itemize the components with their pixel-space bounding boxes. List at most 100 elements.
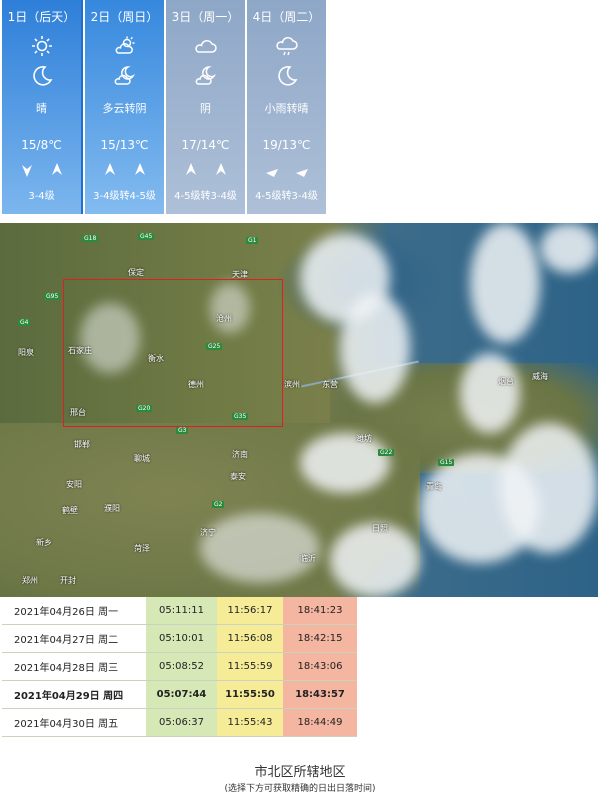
city-label: 德州 [188,380,204,389]
highway-marker: G20 [136,405,153,412]
forecast-temperature: 15/13℃ [100,138,149,152]
date-cell: 2021年04月27日 周二 [2,624,146,653]
wind-direction [85,163,164,177]
forecast-day-label: 4日（周二） [252,10,321,24]
forecast-wind-level: 3-4级转4-5级 [93,191,156,202]
highway-marker: G1 [246,237,259,244]
date-cell: 2021年04月30日 周五 [2,708,146,737]
forecast-temperature: 15/8℃ [21,138,62,152]
cloud-overlay [500,423,598,553]
city-label: 天津 [232,270,248,279]
cloud-overlay [300,433,390,493]
city-label: 烟台 [498,377,514,386]
noon-cell: 11:56:08 [217,624,283,653]
city-label: 邢台 [70,408,86,417]
moon-icon [2,64,81,88]
table-row: 2021年04月28日 周三 05:08:52 11:55:59 18:43:0… [2,652,357,681]
noon-cell: 11:56:17 [217,597,283,625]
highway-marker: G95 [44,293,61,300]
city-label: 开封 [60,576,76,585]
noon-cell: 11:55:43 [217,708,283,737]
cloudy-night-icon [85,64,164,88]
wind-direction [2,163,81,177]
city-label: 滨州 [284,380,300,389]
forecast-day-label: 3日（周一） [171,10,240,24]
city-label: 阳泉 [18,348,34,357]
moon-icon [247,64,326,88]
city-label: 威海 [532,372,548,381]
wind-direction [247,163,326,177]
sunset-cell: 18:43:06 [283,652,357,681]
wind-arrow-icon [21,165,32,177]
forecast-day-label: 2日（周日） [90,10,159,24]
highway-marker: G3 [176,427,189,434]
sun-icon [2,34,81,58]
forecast-temperature: 17/14℃ [181,138,230,152]
cloud-overlay [340,293,410,403]
city-label: 安阳 [66,480,82,489]
table-row-today: 2021年04月29日 周四 05:07:44 11:55:50 18:43:5… [2,680,357,709]
highway-marker: G15 [438,459,455,466]
satellite-map[interactable]: 保定 天津 石家庄 衡水 德州 沧州 邢台 东营 滨州 烟台 威海 潍坊 青岛 … [0,223,598,597]
highway-marker: G25 [206,343,223,350]
city-label: 石家庄 [68,346,92,355]
forecast-day-3[interactable]: 3日（周一） 阴 17/14℃ 4-5级转3-4级 [166,0,245,214]
city-label: 日照 [372,524,388,533]
city-label: 邯郸 [74,440,90,449]
city-label: 衡水 [148,354,164,363]
sun-times-table: 2021年04月26日 周一 05:11:11 11:56:17 18:41:2… [2,597,357,737]
cloudy-night-icon [166,64,245,88]
date-cell: 2021年04月26日 周一 [2,597,146,625]
sunset-cell: 18:44:49 [283,708,357,737]
city-label: 鹤壁 [62,506,78,515]
wind-direction [166,163,245,177]
table-row: 2021年04月26日 周一 05:11:11 11:56:17 18:41:2… [2,597,357,625]
sunrise-cell: 05:11:11 [146,597,217,625]
forecast-condition: 多云转阴 [102,102,147,115]
sunrise-cell: 05:10:01 [146,624,217,653]
city-label: 济宁 [200,528,216,537]
highway-marker: G45 [138,233,155,240]
cloud-overlay [200,513,320,583]
forecast-temperature: 19/13℃ [262,138,311,152]
wind-arrow-icon [51,163,62,175]
noon-cell: 11:55:59 [217,652,283,681]
city-label: 保定 [128,268,144,277]
district-title: 市北区所辖地区 [254,765,346,780]
wind-arrow-icon [134,163,145,175]
highway-marker: G18 [82,235,99,242]
sunrise-cell: 05:07:44 [146,680,217,709]
forecast-wind-level: 3-4级 [28,191,55,202]
cloud-overlay [330,523,420,597]
city-label: 泰安 [230,472,246,481]
sunrise-cell: 05:06:37 [146,708,217,737]
highway-marker: G2 [212,501,225,508]
wind-arrow-icon [215,163,226,175]
cloud-overlay [540,223,598,273]
wind-arrow-icon [295,169,308,177]
highway-marker: G22 [378,449,395,456]
sunset-cell: 18:42:15 [283,624,357,653]
cloud-overlay [470,223,540,343]
forecast-wind-level: 4-5级转3-4级 [255,191,318,202]
city-label: 濮阳 [104,504,120,513]
forecast-day-label: 1日（后天） [7,10,76,24]
table-row: 2021年04月27日 周二 05:10:01 11:56:08 18:42:1… [2,624,357,653]
selected-region-box[interactable] [63,279,283,427]
sunset-cell: 18:41:23 [283,597,357,625]
highway-marker: G4 [18,319,31,326]
forecast-day-4[interactable]: 4日（周二） 小雨转晴 19/13℃ 4-5级转3-4级 [247,0,326,214]
forecast-condition: 小雨转晴 [264,102,309,115]
sunset-cell: 18:43:57 [283,680,357,709]
cloud-overlay [460,353,520,433]
city-label: 东营 [322,380,338,389]
forecast-day-2[interactable]: 2日（周日） 多云转阴 15/13℃ 3-4级转4-5级 [85,0,164,214]
city-label: 青岛 [426,482,442,491]
city-label: 聊城 [134,454,150,463]
city-label: 潍坊 [356,434,372,443]
forecast-condition: 晴 [36,102,47,115]
forecast-strip: 1日（后天） 晴 15/8℃ 3-4级 2日（周日） 多云转阴 15/13℃ 3… [2,0,328,214]
date-cell: 2021年04月29日 周四 [2,680,146,709]
forecast-day-1[interactable]: 1日（后天） 晴 15/8℃ 3-4级 [2,0,83,214]
wind-arrow-icon [104,163,115,175]
